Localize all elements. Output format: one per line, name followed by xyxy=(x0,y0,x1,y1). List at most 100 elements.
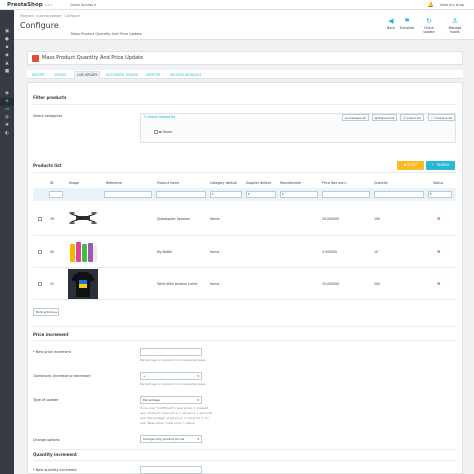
tab-related-modules[interactable]: RELATED MODULES xyxy=(168,72,203,78)
chart-icon[interactable]: ◆ xyxy=(0,52,14,60)
col-product-name[interactable]: Product name xyxy=(157,181,179,185)
row-quantity: 200 xyxy=(374,282,381,286)
globe-icon[interactable]: ◍ xyxy=(0,114,14,122)
row-id: 39 xyxy=(50,217,55,221)
new-price-label: * New price increment xyxy=(33,350,71,354)
uncheck-all-button[interactable]: ☐ Uncheck All xyxy=(428,114,456,121)
row-id: 41 xyxy=(50,282,55,286)
filter-manufacturer-select[interactable]: ▾ xyxy=(280,191,318,198)
row-checkbox[interactable] xyxy=(38,282,42,286)
tab-update[interactable]: UPDATE xyxy=(52,72,69,78)
type-help-4: use "New value" (new price = value) xyxy=(140,421,196,425)
filter-name-input[interactable] xyxy=(156,191,206,198)
check-update-button[interactable]: ↻ Check update xyxy=(418,17,440,34)
tab-live-update[interactable]: LIVE UPDATE xyxy=(74,71,101,79)
col-manufacturer[interactable]: Manufacturer xyxy=(280,181,301,185)
divider xyxy=(33,104,456,105)
row-checkbox[interactable] xyxy=(38,250,42,254)
cart-icon[interactable]: ▣ xyxy=(0,28,14,36)
translate-button[interactable]: ⚑ Translate xyxy=(396,17,418,30)
tab-export[interactable]: EXPORT xyxy=(30,72,47,78)
row-name: Tshirt With Ukraine t-shirt xyxy=(157,282,198,286)
select-categories-link[interactable]: ✎ Select categories xyxy=(144,115,175,119)
type-of-update-label: Type of update xyxy=(33,398,59,402)
quick-access-menu[interactable]: Quick Access ▾ xyxy=(70,3,96,7)
col-supplier-default[interactable]: Supplier default xyxy=(246,181,271,185)
collapse-all-button[interactable]: ⊟ Collapse All xyxy=(342,114,369,121)
modules-icon[interactable]: ◈ xyxy=(0,98,14,106)
divider xyxy=(33,460,456,461)
search-button[interactable]: 🔍 SEARCH xyxy=(426,161,455,170)
divider xyxy=(33,449,456,450)
tab-bar: EXPORT UPDATE LIVE UPDATE AUTOMATIC UPDA… xyxy=(27,70,463,79)
reset-button[interactable]: ✖ RESET xyxy=(397,161,424,170)
tree-node-home[interactable]: ▬ Home xyxy=(154,130,172,134)
operations-select[interactable]: + ▾ xyxy=(140,372,202,380)
catalog-icon[interactable]: ■ xyxy=(0,68,14,76)
col-id[interactable]: ID xyxy=(50,181,53,185)
top-bar: PrestaShop 1.6.1 Quick Access ▾ 🔔 View m… xyxy=(0,0,474,10)
type-help-3: use "Percentage" (new price = old price … xyxy=(140,416,209,420)
desktop-icon[interactable]: ▭ xyxy=(0,106,14,114)
product-image-drone xyxy=(69,212,97,224)
filter-id-input[interactable] xyxy=(49,191,63,198)
tab-support[interactable]: SUPPORT xyxy=(144,72,163,78)
type-help-1: If you use "Coefficient" (new price) = p… xyxy=(140,406,209,410)
page-header: Modules › quantityupdate › Configure Con… xyxy=(14,10,474,40)
row-category: Home xyxy=(210,217,220,221)
prestashop-logo[interactable]: PrestaShop 1.6.1 xyxy=(7,2,52,8)
gear-icon[interactable]: ✱ xyxy=(0,122,14,130)
filter-reference-input[interactable] xyxy=(104,191,152,198)
col-quantity[interactable]: Quantity xyxy=(374,181,388,185)
change-options-select[interactable]: Change only product prices ▾ xyxy=(140,435,202,443)
tab-automatic-update[interactable]: AUTOMATIC UPDATE xyxy=(104,72,140,78)
notifications-icon[interactable]: 🔔 xyxy=(428,2,434,8)
module-logo-icon xyxy=(32,55,39,62)
row-price: 3.000000 xyxy=(322,250,338,254)
new-price-help: Percentage or amount to increase/decreas… xyxy=(140,358,206,362)
chat-icon[interactable]: ▪ xyxy=(0,44,14,52)
filter-supplier-select[interactable]: ▾ xyxy=(246,191,276,198)
price-increment-heading: Price increment xyxy=(33,332,69,337)
home-checkbox[interactable] xyxy=(154,130,158,134)
row-quantity: 10 xyxy=(374,250,379,254)
truck-icon[interactable]: ◉ xyxy=(0,90,14,98)
status-disabled-icon[interactable]: ✖ xyxy=(437,249,440,254)
col-status[interactable]: Status xyxy=(433,181,443,185)
row-checkbox[interactable] xyxy=(38,217,42,221)
flag-icon: ⚑ xyxy=(403,17,411,25)
view-shop-link[interactable]: 🔔 View my shop xyxy=(428,2,464,8)
col-reference[interactable]: Reference xyxy=(106,181,122,185)
operations-label: Operations (increase or decrease) xyxy=(33,374,91,378)
expand-all-button[interactable]: ⊞ Expand All xyxy=(372,114,398,121)
filter-quantity-input[interactable] xyxy=(374,191,424,198)
page-title: Configure xyxy=(20,21,59,30)
divider xyxy=(33,326,456,327)
row-price: 15.000000 xyxy=(322,282,340,286)
new-price-input[interactable] xyxy=(140,348,202,356)
manage-hooks-button[interactable]: ⚓ Manage hooks xyxy=(444,17,466,34)
col-price[interactable]: Price (tax excl.) xyxy=(322,181,347,185)
row-name: Quadcopter Sparrow xyxy=(157,217,190,221)
filter-status-select[interactable]: ▾ xyxy=(428,191,452,198)
products-heading: Products list xyxy=(33,163,62,168)
quantity-increment-heading: Quantity increment xyxy=(33,452,77,457)
module-header: Mass Product Quantity And Price Update xyxy=(27,51,463,65)
status-disabled-icon[interactable]: ✖ xyxy=(437,281,440,286)
page-subtitle: Mass Product Quantity And Price Update xyxy=(71,32,142,36)
stats-icon[interactable]: ◐ xyxy=(0,130,14,138)
bulk-actions-button[interactable]: Bulk actions ▴ xyxy=(33,308,59,316)
row-category: Home xyxy=(210,250,220,254)
new-quantity-input[interactable] xyxy=(140,466,202,474)
user-icon[interactable]: ● xyxy=(0,36,14,44)
status-disabled-icon[interactable]: ✖ xyxy=(437,216,440,221)
folder-icon: ▬ xyxy=(158,130,162,134)
row-category: Home xyxy=(210,282,220,286)
filter-category-select[interactable]: ▾ xyxy=(210,191,242,198)
col-category-default[interactable]: Category default xyxy=(210,181,237,185)
row-price: 20.000000 xyxy=(322,217,340,221)
type-of-update-select[interactable]: Percentage ▾ xyxy=(140,396,202,404)
puzzle-icon[interactable]: ▲ xyxy=(0,60,14,68)
check-all-button[interactable]: ☑ Check All xyxy=(400,114,424,121)
filter-price-input[interactable] xyxy=(322,191,370,198)
